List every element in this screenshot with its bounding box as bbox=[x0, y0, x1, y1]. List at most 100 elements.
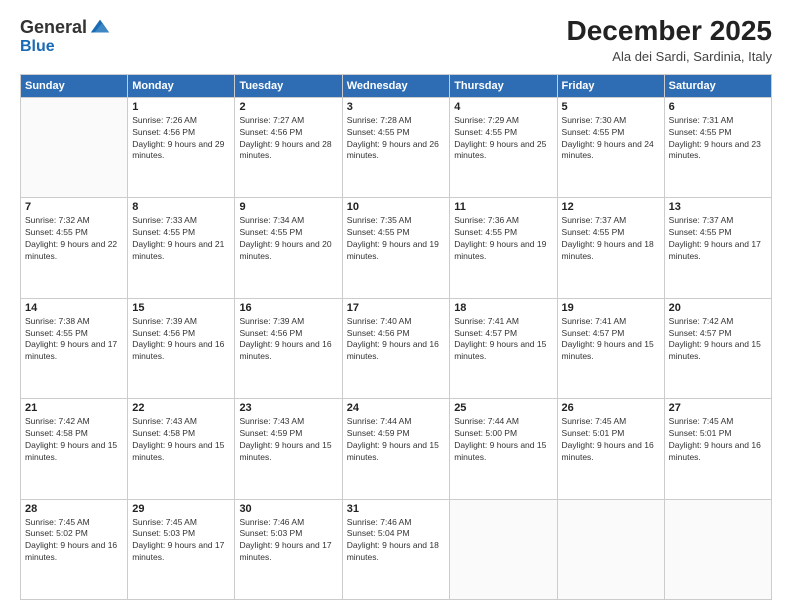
calendar-cell: 24 Sunrise: 7:44 AMSunset: 4:59 PMDayligh… bbox=[342, 399, 449, 499]
day-info: Sunrise: 7:27 AMSunset: 4:56 PMDaylight:… bbox=[239, 115, 337, 163]
day-number: 28 bbox=[25, 503, 123, 515]
day-number: 1 bbox=[132, 101, 230, 113]
day-number: 13 bbox=[669, 201, 767, 213]
day-info: Sunrise: 7:26 AMSunset: 4:56 PMDaylight:… bbox=[132, 115, 230, 163]
calendar-cell: 9 Sunrise: 7:34 AMSunset: 4:55 PMDaylight… bbox=[235, 198, 342, 298]
day-info: Sunrise: 7:39 AMSunset: 4:56 PMDaylight:… bbox=[132, 316, 230, 364]
day-info: Sunrise: 7:38 AMSunset: 4:55 PMDaylight:… bbox=[25, 316, 123, 364]
day-number: 25 bbox=[454, 402, 552, 414]
calendar-week-row: 7Sunrise: 7:32 AMSunset: 4:55 PMDaylight… bbox=[21, 198, 772, 298]
day-number: 9 bbox=[239, 201, 337, 213]
day-number: 15 bbox=[132, 302, 230, 314]
day-number: 24 bbox=[347, 402, 445, 414]
calendar-cell: 23Sunrise: 7:43 AMSunset: 4:59 PMDayligh… bbox=[235, 399, 342, 499]
day-number: 26 bbox=[562, 402, 660, 414]
day-info: Sunrise: 7:28 AMSunset: 4:55 PMDaylight:… bbox=[347, 115, 445, 163]
calendar-cell: 25 Sunrise: 7:44 AMSunset: 5:00 PMDayligh… bbox=[450, 399, 557, 499]
day-info: Sunrise: 7:41 AMSunset: 4:57 PMDaylight:… bbox=[454, 316, 552, 364]
calendar-cell: 7Sunrise: 7:32 AMSunset: 4:55 PMDaylight… bbox=[21, 198, 128, 298]
calendar-cell bbox=[450, 499, 557, 599]
day-number: 21 bbox=[25, 402, 123, 414]
day-number: 5 bbox=[562, 101, 660, 113]
calendar-cell: 13 Sunrise: 7:37 AMSunset: 4:55 PMDayligh… bbox=[664, 198, 771, 298]
calendar-cell: 5 Sunrise: 7:30 AMSunset: 4:55 PMDaylight… bbox=[557, 97, 664, 197]
day-info: Sunrise: 7:44 AMSunset: 5:00 PMDaylight:… bbox=[454, 416, 552, 464]
calendar-cell: 11 Sunrise: 7:36 AMSunset: 4:55 PMDayligh… bbox=[450, 198, 557, 298]
calendar-cell: 20 Sunrise: 7:42 AMSunset: 4:57 PMDayligh… bbox=[664, 298, 771, 398]
calendar-cell bbox=[557, 499, 664, 599]
month-title: December 2025 bbox=[567, 16, 772, 47]
calendar-week-row: 21Sunrise: 7:42 AMSunset: 4:58 PMDayligh… bbox=[21, 399, 772, 499]
calendar-cell: 28 Sunrise: 7:45 AMSunset: 5:02 PMDayligh… bbox=[21, 499, 128, 599]
calendar-table: SundayMondayTuesdayWednesdayThursdayFrid… bbox=[20, 74, 772, 600]
day-number: 20 bbox=[669, 302, 767, 314]
day-info: Sunrise: 7:43 AMSunset: 4:58 PMDaylight:… bbox=[132, 416, 230, 464]
day-info: Sunrise: 7:32 AMSunset: 4:55 PMDaylight:… bbox=[25, 215, 123, 263]
day-number: 16 bbox=[239, 302, 337, 314]
day-info: Sunrise: 7:37 AMSunset: 4:55 PMDaylight:… bbox=[562, 215, 660, 263]
day-number: 22 bbox=[132, 402, 230, 414]
logo-blue: Blue bbox=[20, 38, 55, 55]
calendar-cell: 2 Sunrise: 7:27 AMSunset: 4:56 PMDaylight… bbox=[235, 97, 342, 197]
day-number: 11 bbox=[454, 201, 552, 213]
calendar-cell: 22 Sunrise: 7:43 AMSunset: 4:58 PMDayligh… bbox=[128, 399, 235, 499]
day-number: 18 bbox=[454, 302, 552, 314]
day-info: Sunrise: 7:45 AMSunset: 5:01 PMDaylight:… bbox=[562, 416, 660, 464]
calendar-cell: 12 Sunrise: 7:37 AMSunset: 4:55 PMDayligh… bbox=[557, 198, 664, 298]
day-info: Sunrise: 7:41 AMSunset: 4:57 PMDaylight:… bbox=[562, 316, 660, 364]
calendar-header-row: SundayMondayTuesdayWednesdayThursdayFrid… bbox=[21, 74, 772, 97]
calendar-cell bbox=[664, 499, 771, 599]
day-header-thursday: Thursday bbox=[450, 74, 557, 97]
calendar-week-row: 1 Sunrise: 7:26 AMSunset: 4:56 PMDaylight… bbox=[21, 97, 772, 197]
calendar-cell: 15 Sunrise: 7:39 AMSunset: 4:56 PMDayligh… bbox=[128, 298, 235, 398]
header: General Blue December 2025 Ala dei Sardi… bbox=[20, 16, 772, 64]
calendar-cell: 30Sunrise: 7:46 AMSunset: 5:03 PMDayligh… bbox=[235, 499, 342, 599]
day-number: 6 bbox=[669, 101, 767, 113]
day-info: Sunrise: 7:45 AMSunset: 5:02 PMDaylight:… bbox=[25, 517, 123, 565]
logo-general: General bbox=[20, 17, 87, 38]
day-number: 10 bbox=[347, 201, 445, 213]
day-number: 23 bbox=[239, 402, 337, 414]
calendar-cell: 3 Sunrise: 7:28 AMSunset: 4:55 PMDaylight… bbox=[342, 97, 449, 197]
day-number: 2 bbox=[239, 101, 337, 113]
day-info: Sunrise: 7:30 AMSunset: 4:55 PMDaylight:… bbox=[562, 115, 660, 163]
calendar-cell: 1 Sunrise: 7:26 AMSunset: 4:56 PMDaylight… bbox=[128, 97, 235, 197]
calendar-cell: 19 Sunrise: 7:41 AMSunset: 4:57 PMDayligh… bbox=[557, 298, 664, 398]
day-header-sunday: Sunday bbox=[21, 74, 128, 97]
day-info: Sunrise: 7:44 AMSunset: 4:59 PMDaylight:… bbox=[347, 416, 445, 464]
day-info: Sunrise: 7:45 AMSunset: 5:03 PMDaylight:… bbox=[132, 517, 230, 565]
day-info: Sunrise: 7:35 AMSunset: 4:55 PMDaylight:… bbox=[347, 215, 445, 263]
day-info: Sunrise: 7:40 AMSunset: 4:56 PMDaylight:… bbox=[347, 316, 445, 364]
day-info: Sunrise: 7:42 AMSunset: 4:57 PMDaylight:… bbox=[669, 316, 767, 364]
day-number: 4 bbox=[454, 101, 552, 113]
calendar-cell: 18 Sunrise: 7:41 AMSunset: 4:57 PMDayligh… bbox=[450, 298, 557, 398]
calendar-cell: 14Sunrise: 7:38 AMSunset: 4:55 PMDayligh… bbox=[21, 298, 128, 398]
calendar-cell: 21Sunrise: 7:42 AMSunset: 4:58 PMDayligh… bbox=[21, 399, 128, 499]
day-info: Sunrise: 7:36 AMSunset: 4:55 PMDaylight:… bbox=[454, 215, 552, 263]
location: Ala dei Sardi, Sardinia, Italy bbox=[567, 49, 772, 64]
day-number: 30 bbox=[239, 503, 337, 515]
day-number: 29 bbox=[132, 503, 230, 515]
day-number: 12 bbox=[562, 201, 660, 213]
day-info: Sunrise: 7:33 AMSunset: 4:55 PMDaylight:… bbox=[132, 215, 230, 263]
day-number: 3 bbox=[347, 101, 445, 113]
day-info: Sunrise: 7:45 AMSunset: 5:01 PMDaylight:… bbox=[669, 416, 767, 464]
calendar-cell: 16 Sunrise: 7:39 AMSunset: 4:56 PMDayligh… bbox=[235, 298, 342, 398]
title-block: December 2025 Ala dei Sardi, Sardinia, I… bbox=[567, 16, 772, 64]
day-header-saturday: Saturday bbox=[664, 74, 771, 97]
page: General Blue December 2025 Ala dei Sardi… bbox=[0, 0, 792, 612]
day-info: Sunrise: 7:31 AMSunset: 4:55 PMDaylight:… bbox=[669, 115, 767, 163]
day-number: 19 bbox=[562, 302, 660, 314]
logo: General Blue bbox=[20, 16, 111, 56]
calendar-week-row: 28 Sunrise: 7:45 AMSunset: 5:02 PMDayligh… bbox=[21, 499, 772, 599]
day-number: 27 bbox=[669, 402, 767, 414]
day-info: Sunrise: 7:37 AMSunset: 4:55 PMDaylight:… bbox=[669, 215, 767, 263]
day-header-wednesday: Wednesday bbox=[342, 74, 449, 97]
day-info: Sunrise: 7:46 AMSunset: 5:04 PMDaylight:… bbox=[347, 517, 445, 565]
day-info: Sunrise: 7:34 AMSunset: 4:55 PMDaylight:… bbox=[239, 215, 337, 263]
day-info: Sunrise: 7:39 AMSunset: 4:56 PMDaylight:… bbox=[239, 316, 337, 364]
calendar-cell: 10 Sunrise: 7:35 AMSunset: 4:55 PMDayligh… bbox=[342, 198, 449, 298]
calendar-cell: 27 Sunrise: 7:45 AMSunset: 5:01 PMDayligh… bbox=[664, 399, 771, 499]
calendar-week-row: 14Sunrise: 7:38 AMSunset: 4:55 PMDayligh… bbox=[21, 298, 772, 398]
day-info: Sunrise: 7:29 AMSunset: 4:55 PMDaylight:… bbox=[454, 115, 552, 163]
